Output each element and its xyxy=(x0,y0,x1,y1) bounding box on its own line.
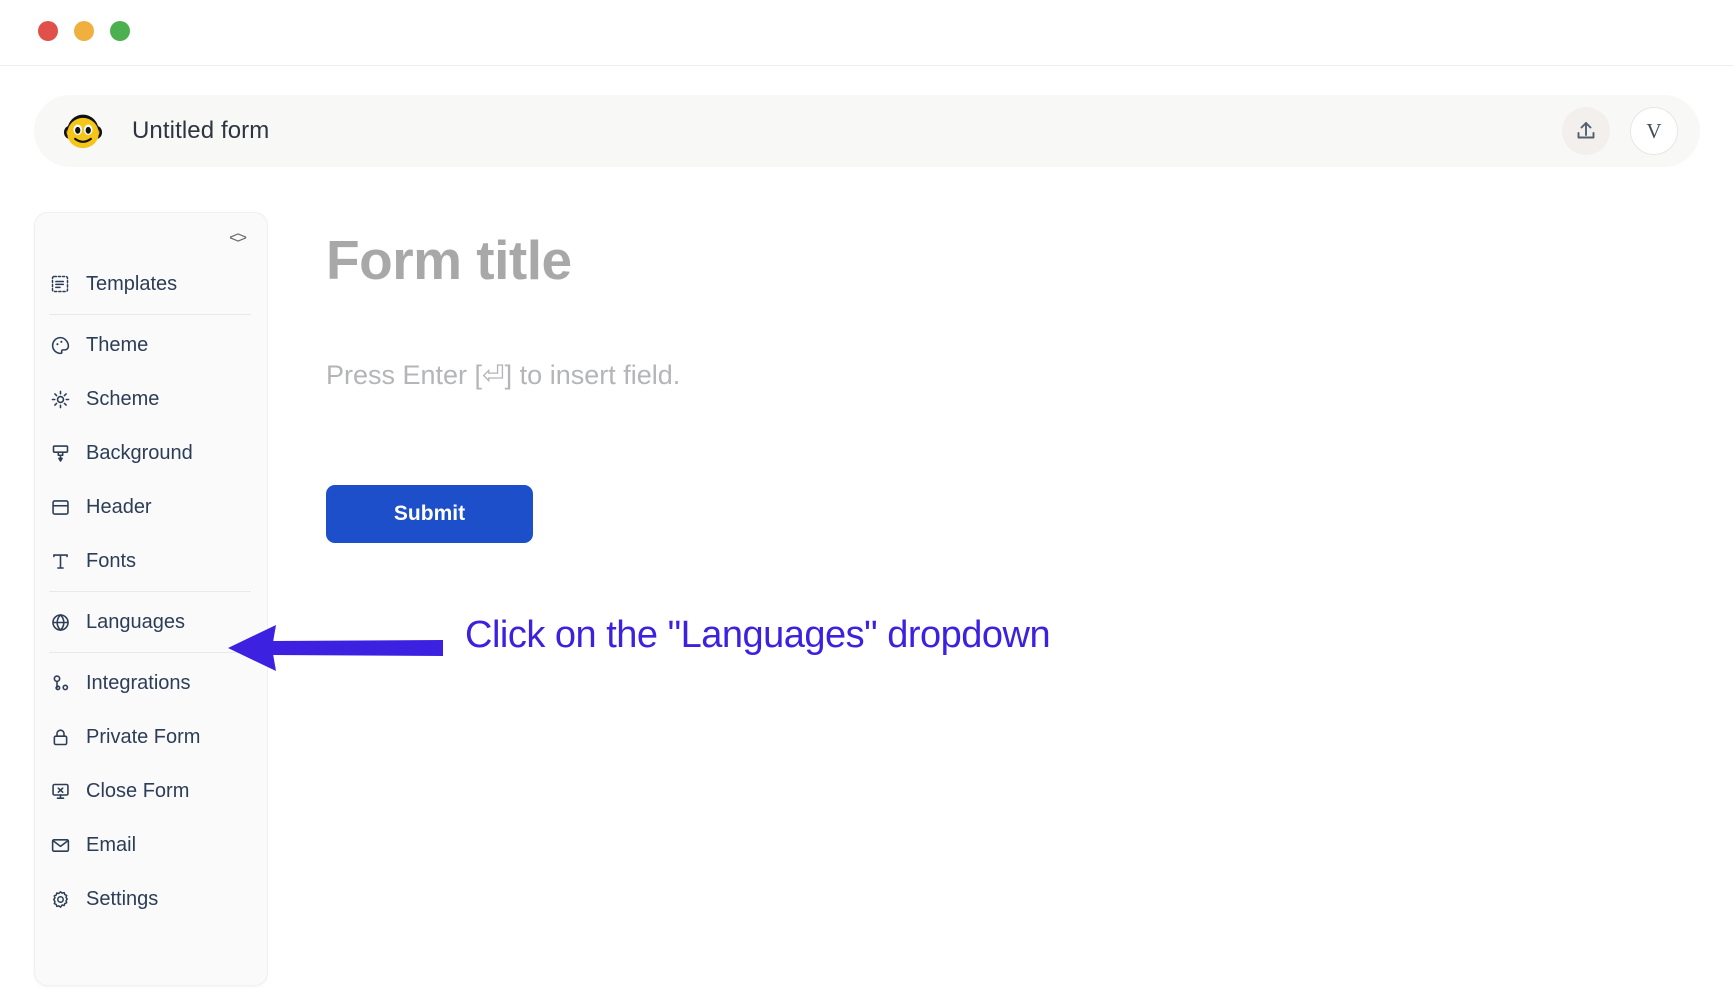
avatar-initial: V xyxy=(1646,118,1662,143)
sidebar-item-email[interactable]: Email xyxy=(35,818,267,872)
sidebar-label-private-form: Private Form xyxy=(86,725,201,748)
user-avatar-button[interactable]: V xyxy=(1630,107,1678,155)
sidebar-label-fonts: Fonts xyxy=(86,549,137,572)
form-title-placeholder[interactable]: Form title xyxy=(326,228,572,292)
form-title-label[interactable]: Untitled form xyxy=(132,117,269,145)
integrations-icon xyxy=(49,672,71,694)
sidebar-item-fonts[interactable]: Fonts xyxy=(35,534,267,588)
sidebar-label-close-form: Close Form xyxy=(86,779,190,802)
app-window: Untitled form V <> Templates Theme Schem… xyxy=(0,0,1734,998)
sidebar-toolbar: <> xyxy=(35,217,267,257)
lock-icon xyxy=(49,726,71,748)
close-window-button[interactable] xyxy=(38,21,58,41)
sidebar-nav-list: Templates Theme Scheme Background Header… xyxy=(35,257,267,926)
insert-field-hint[interactable]: Press Enter [⏎] to insert field. xyxy=(326,360,680,391)
design-sidebar: <> Templates Theme Scheme Background Hea… xyxy=(34,212,268,986)
zoom-window-button[interactable] xyxy=(110,21,130,41)
sidebar-label-background: Background xyxy=(86,441,193,464)
sidebar-label-templates: Templates xyxy=(86,272,178,295)
sidebar-item-close-form[interactable]: Close Form xyxy=(35,764,267,818)
globe-icon xyxy=(49,611,71,633)
sidebar-label-settings: Settings xyxy=(86,887,159,910)
font-t-icon xyxy=(49,550,71,572)
sun-icon xyxy=(49,388,71,410)
sidebar-label-header: Header xyxy=(86,495,152,518)
app-header-bar: Untitled form V xyxy=(34,95,1700,167)
sidebar-label-theme: Theme xyxy=(86,333,149,356)
templates-icon xyxy=(49,273,71,295)
paint-roller-icon xyxy=(49,442,71,464)
sidebar-label-scheme: Scheme xyxy=(86,387,160,410)
sidebar-label-email: Email xyxy=(86,833,137,856)
sidebar-item-settings[interactable]: Settings xyxy=(35,872,267,926)
form-canvas: Form title Press Enter [⏎] to insert fie… xyxy=(268,180,1734,998)
gear-icon xyxy=(49,888,71,910)
sidebar-divider xyxy=(49,652,251,653)
upload-share-icon xyxy=(1577,122,1595,139)
embed-code-icon[interactable]: <> xyxy=(229,229,247,246)
traffic-lights xyxy=(38,21,130,41)
header-layout-icon xyxy=(49,496,71,518)
minimize-window-button[interactable] xyxy=(74,21,94,41)
sidebar-item-header[interactable]: Header xyxy=(35,480,267,534)
sidebar-divider xyxy=(49,591,251,592)
sidebar-item-templates[interactable]: Templates xyxy=(35,257,267,311)
window-titlebar xyxy=(0,0,1734,66)
sidebar-label-integrations: Integrations xyxy=(86,671,191,694)
sidebar-item-integrations[interactable]: Integrations xyxy=(35,656,267,710)
monkey-logo-icon xyxy=(63,114,103,149)
sidebar-item-background[interactable]: Background xyxy=(35,426,267,480)
sidebar-item-private-form[interactable]: Private Form xyxy=(35,710,267,764)
sidebar-item-scheme[interactable]: Scheme xyxy=(35,372,267,426)
sidebar-divider xyxy=(49,314,251,315)
palette-icon xyxy=(49,334,71,356)
sidebar-label-languages: Languages xyxy=(86,610,185,633)
sidebar-item-theme[interactable]: Theme xyxy=(35,318,267,372)
close-screen-icon xyxy=(49,780,71,802)
envelope-icon xyxy=(49,834,71,856)
submit-button[interactable]: Submit xyxy=(326,485,533,543)
share-button[interactable] xyxy=(1562,107,1610,155)
sidebar-item-languages[interactable]: Languages xyxy=(35,595,267,649)
